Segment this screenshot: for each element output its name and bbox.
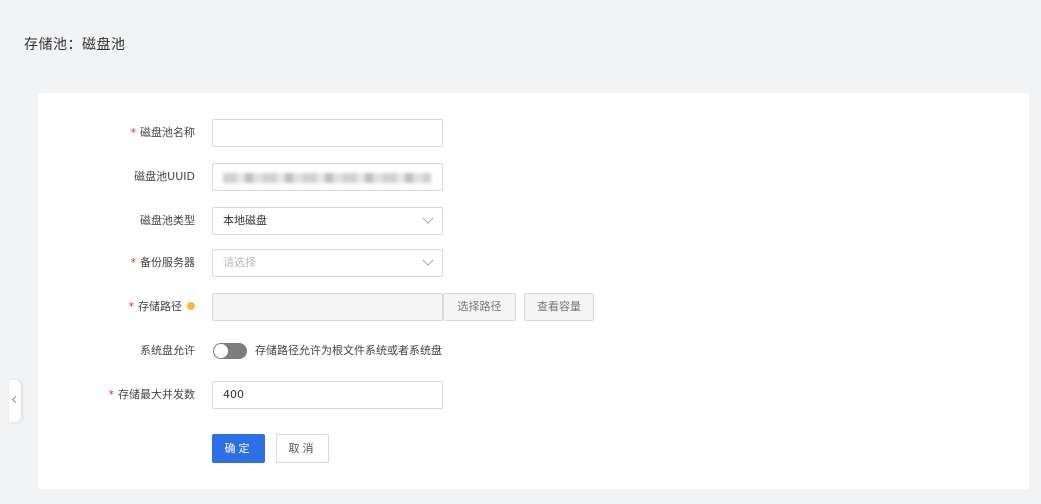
- required-mark: *: [128, 300, 135, 313]
- required-mark: *: [130, 256, 137, 269]
- system-disk-label: 系统盘允许: [140, 344, 195, 357]
- storage-path-input[interactable]: [212, 293, 443, 321]
- uuid-label: 磁盘池UUID: [134, 170, 195, 183]
- form-card: * 磁盘池名称 磁盘池UUID 磁盘池类型 本地磁盘 * 备份服务器 请选择 * 存储…: [38, 93, 1029, 489]
- page-title: 存储池：磁盘池: [24, 37, 126, 53]
- uuid-redacted-value: [223, 173, 431, 183]
- pool-uuid-input[interactable]: [212, 163, 443, 191]
- chevron-left-icon: [11, 395, 20, 404]
- required-mark: *: [108, 388, 115, 401]
- backup-server-select[interactable]: 请选择: [212, 249, 443, 277]
- required-mark: *: [130, 126, 137, 139]
- page-header: [20, 14, 1041, 86]
- form-row-max-concurrency: * 存储最大并发数 400: [38, 381, 1029, 409]
- form-row-uuid: 磁盘池UUID: [38, 163, 1029, 191]
- form-row-storage-path: * 存储路径 选择路径 查看容量: [38, 293, 1029, 321]
- max-concurrency-input[interactable]: 400: [212, 381, 443, 409]
- form-row-system-disk: 系统盘允许 存储路径允许为根文件系统或者系统盘: [38, 337, 1029, 365]
- chevron-down-icon: [422, 254, 434, 266]
- backup-server-placeholder: 请选择: [223, 256, 256, 269]
- form-row-type: 磁盘池类型 本地磁盘: [38, 207, 1029, 235]
- select-path-button[interactable]: 选择路径: [443, 293, 516, 321]
- system-disk-toggle[interactable]: [213, 343, 247, 359]
- name-label: * 磁盘池名称: [130, 126, 196, 139]
- cancel-button[interactable]: 取消: [276, 434, 329, 463]
- form-row-name: * 磁盘池名称: [38, 119, 1029, 147]
- pool-name-input[interactable]: [212, 119, 443, 147]
- chevron-down-icon: [422, 212, 434, 224]
- pool-type-value: 本地磁盘: [223, 214, 267, 227]
- storage-path-label: * 存储路径: [128, 293, 195, 321]
- check-capacity-button[interactable]: 查看容量: [524, 293, 594, 321]
- sidebar-collapse-toggle[interactable]: [9, 380, 21, 422]
- backup-server-label: * 备份服务器: [130, 256, 196, 269]
- type-label: 磁盘池类型: [140, 214, 195, 227]
- pool-type-select[interactable]: 本地磁盘: [212, 207, 443, 235]
- max-concurrency-label: * 存储最大并发数: [108, 388, 196, 401]
- confirm-button[interactable]: 确定: [212, 434, 265, 463]
- toggle-knob: [214, 344, 228, 358]
- info-dot-icon[interactable]: [187, 302, 195, 310]
- system-disk-toggle-text: 存储路径允许为根文件系统或者系统盘: [255, 344, 442, 357]
- form-row-backup-server: * 备份服务器 请选择: [38, 249, 1029, 277]
